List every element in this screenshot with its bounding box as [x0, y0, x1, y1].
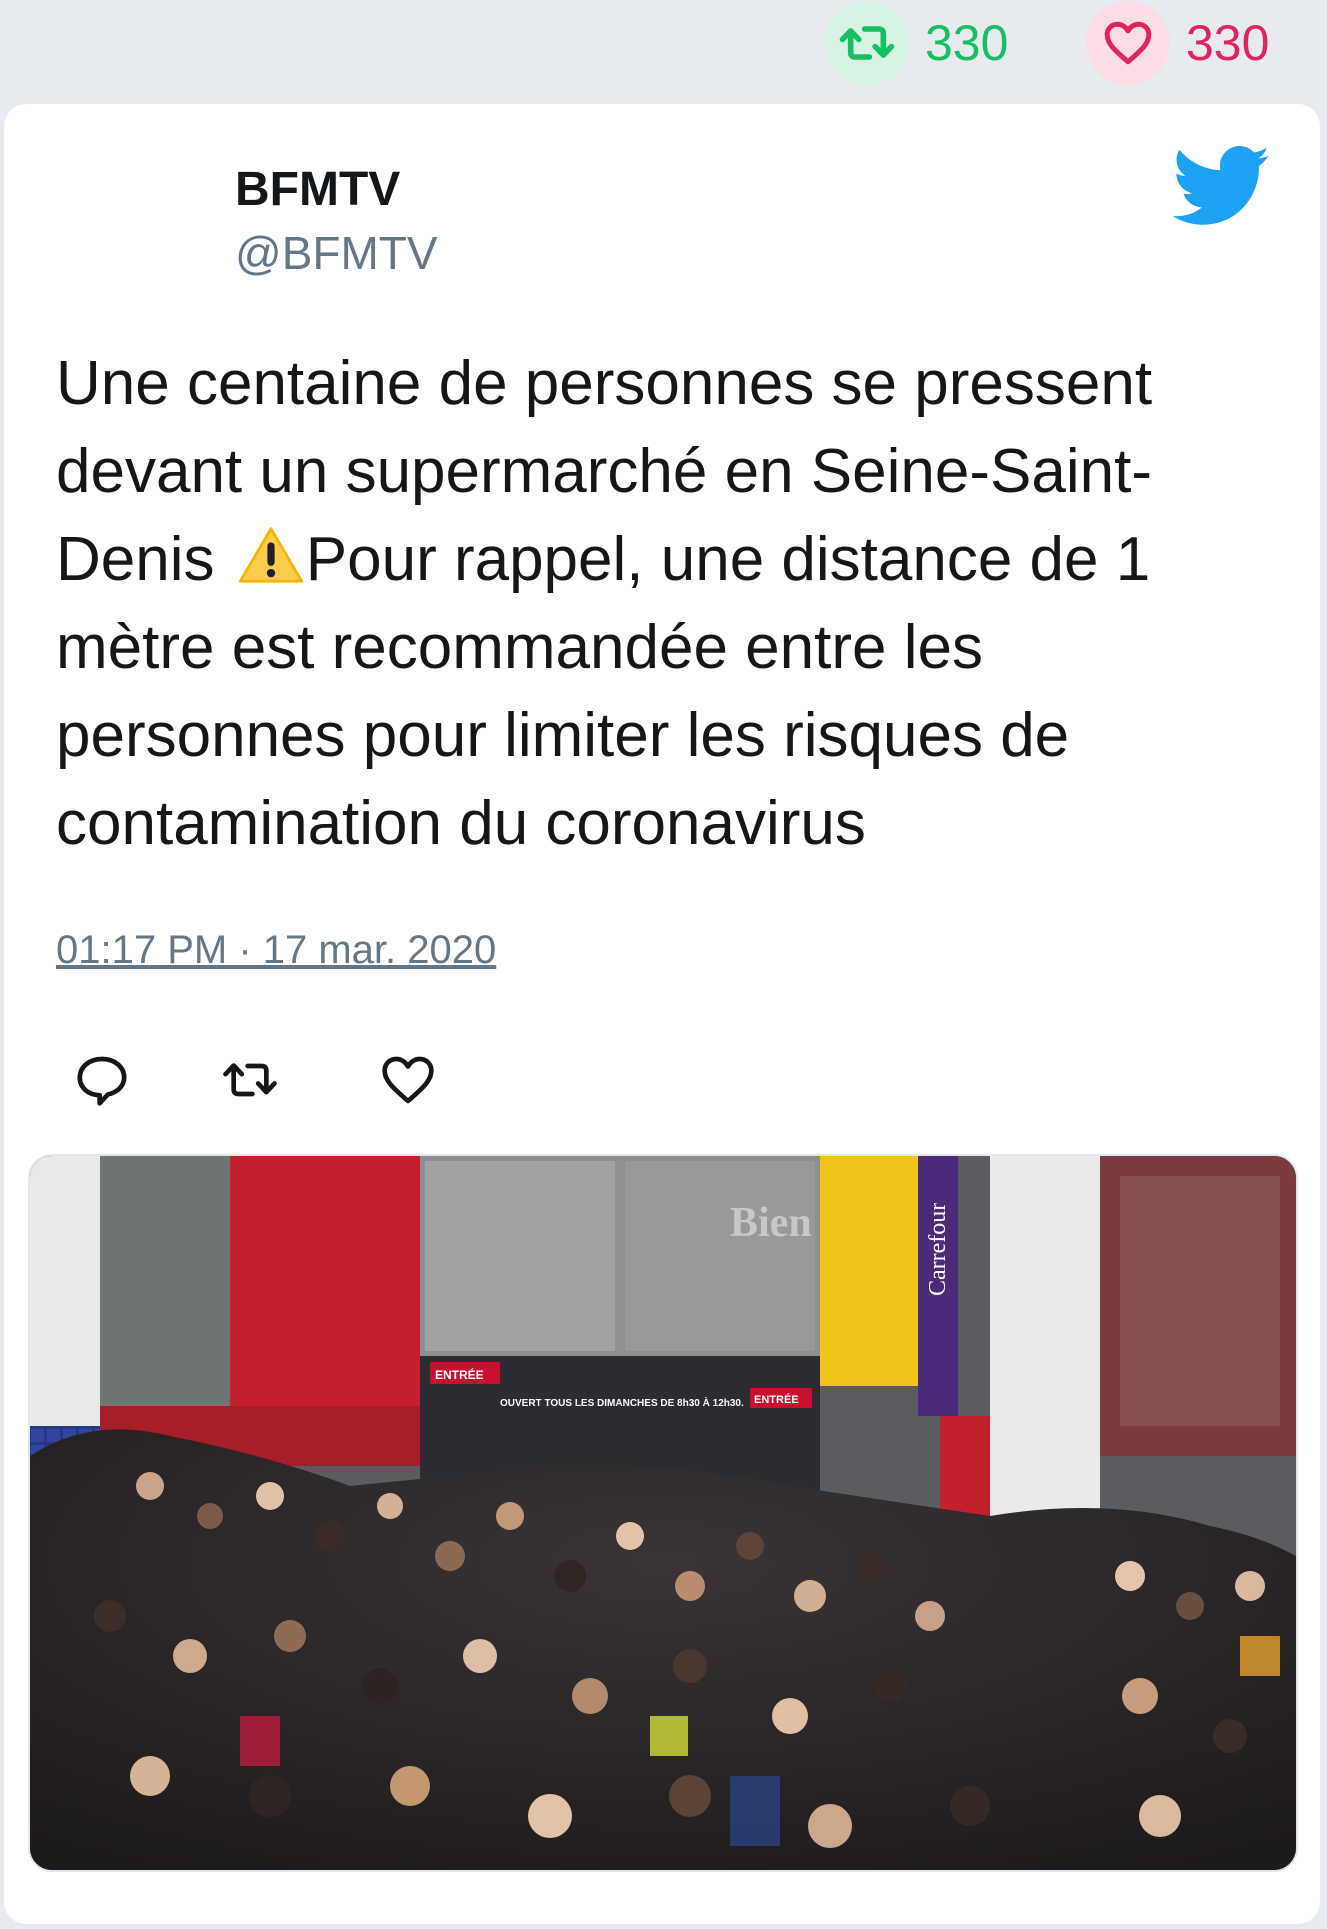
retweet-stat[interactable]: 330 — [825, 0, 1008, 86]
warning-icon — [238, 527, 303, 583]
banner-text: Carrefour — [925, 1203, 951, 1296]
photo-scene: Bien Carrefour ENTRÉE OUVERT TOUS LES DI… — [30, 1156, 1296, 1870]
tweet-card: BFMTV @BFMTV Une centaine de personnes s… — [4, 104, 1320, 1924]
tweet-timestamp[interactable]: 01:17 PM · 17 mar. 2020 — [56, 928, 496, 973]
red-panel-left — [230, 1156, 420, 1416]
heart-outline-icon[interactable] — [380, 1052, 436, 1108]
like-stat[interactable]: 330 — [1086, 0, 1269, 86]
retweet-count: 330 — [925, 15, 1009, 71]
retweet-action-icon[interactable] — [222, 1052, 278, 1108]
author-name[interactable]: BFMTV — [235, 162, 400, 217]
entree-right-text: ENTRÉE — [754, 1393, 799, 1406]
tweet-text: Une centaine de personnes se pressent de… — [56, 340, 1276, 868]
stats-bar: 330 330 — [0, 0, 1327, 100]
author-handle[interactable]: @BFMTV — [235, 226, 438, 280]
entree-left-text: ENTRÉE — [435, 1367, 484, 1382]
retweet-icon[interactable] — [825, 1, 909, 85]
twitter-bird-icon[interactable] — [1172, 146, 1272, 228]
like-count: 330 — [1186, 15, 1270, 71]
facade-sign-text: Bien — [730, 1200, 812, 1246]
reply-icon[interactable] — [74, 1052, 130, 1108]
heart-icon[interactable] — [1086, 1, 1170, 85]
hours-sign-text: OUVERT TOUS LES DIMANCHES DE 8h30 À 12h3… — [500, 1396, 744, 1409]
left-window — [100, 1156, 230, 1406]
tweet-photo[interactable]: Bien Carrefour ENTRÉE OUVERT TOUS LES DI… — [28, 1154, 1298, 1872]
